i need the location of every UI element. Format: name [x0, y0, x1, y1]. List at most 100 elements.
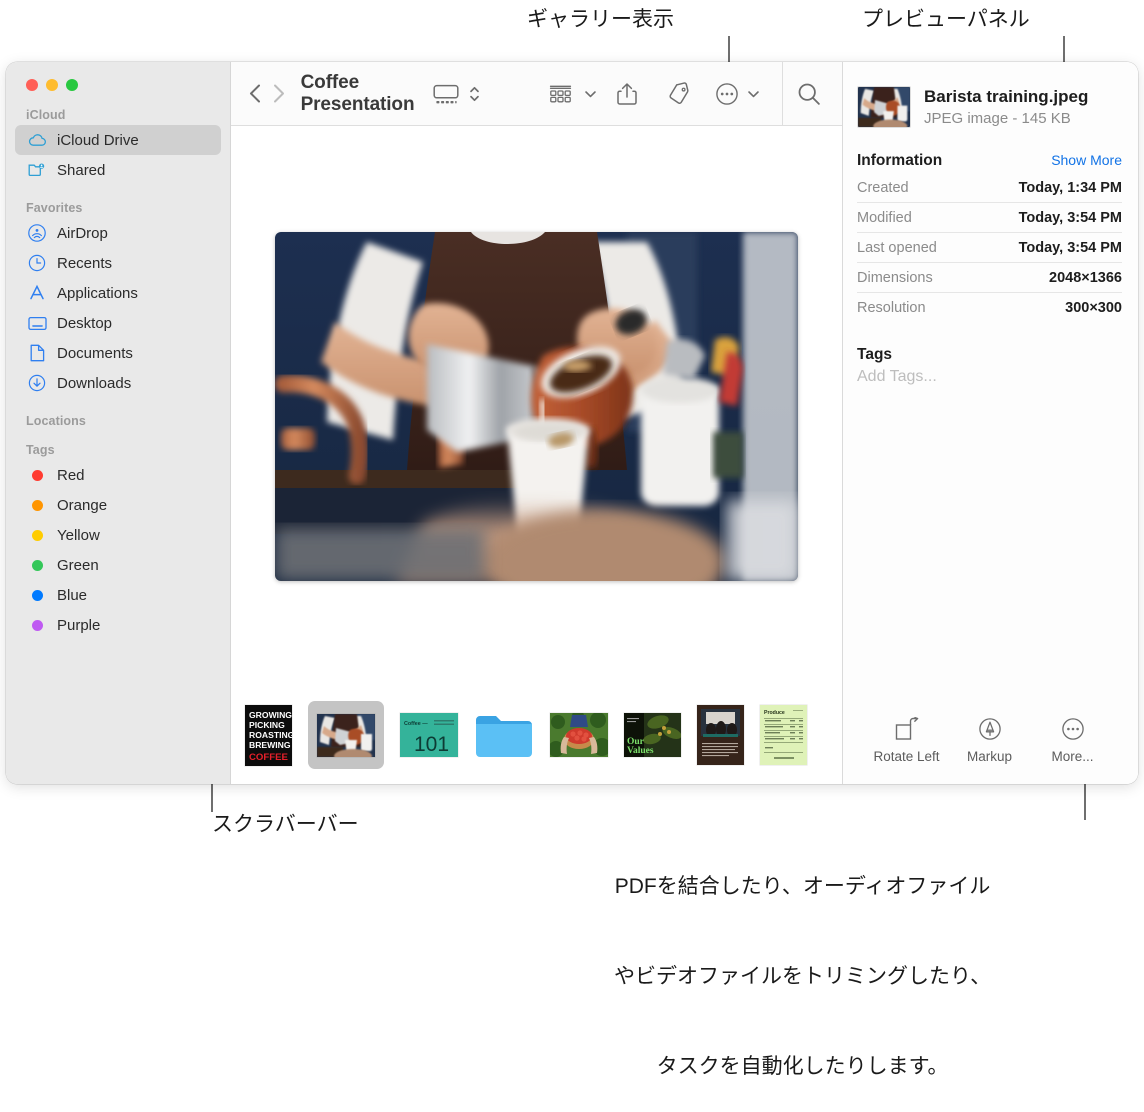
markup-icon: [978, 718, 1001, 740]
sidebar-item-recents[interactable]: Recents: [15, 248, 221, 278]
information-title: Information: [857, 152, 943, 169]
zoom-button[interactable]: [66, 79, 78, 91]
sidebar-item-tag-purple[interactable]: Purple: [15, 610, 221, 640]
action-label: Markup: [966, 749, 1012, 764]
gallery-view-button[interactable]: [424, 74, 468, 114]
sidebar-item-label: Documents: [57, 344, 133, 362]
sidebar-item-tag-blue[interactable]: Blue: [15, 580, 221, 610]
forward-button[interactable]: [267, 84, 291, 103]
sidebar-item-tag-green[interactable]: Green: [15, 550, 221, 580]
sidebar-item-tag-orange[interactable]: Orange: [15, 490, 221, 520]
sidebar-item-label: Green: [57, 556, 99, 574]
more-actions-chevron[interactable]: [743, 74, 764, 114]
sidebar: iCloud iCloud Drive Shared Favorites Air…: [6, 62, 230, 784]
sidebar-item-tag-red[interactable]: Red: [15, 460, 221, 490]
sidebar-item-icloud-drive[interactable]: iCloud Drive: [15, 125, 221, 155]
group-by-button[interactable]: [539, 74, 582, 114]
sidebar-item-label: Downloads: [57, 374, 132, 392]
scrubber-item[interactable]: Produce: [760, 701, 807, 769]
slide-small-text: Coffee —: [404, 721, 428, 727]
group-by-chevron[interactable]: [582, 74, 601, 114]
more-button[interactable]: More...: [1031, 717, 1114, 764]
coffee-101-slide-thumbnail: Coffee — 101: [400, 713, 458, 757]
tag-dot-icon: [26, 526, 48, 544]
barista-thumbnail: [317, 713, 375, 757]
markup-button[interactable]: Markup: [948, 717, 1031, 764]
poster-accent-line: COFFEE: [249, 752, 289, 763]
sidebar-item-applications[interactable]: Applications: [15, 278, 221, 308]
more-actions-button[interactable]: [705, 74, 743, 114]
produce-invoice-thumbnail: Produce: [760, 705, 807, 765]
close-button[interactable]: [26, 79, 38, 91]
preview-file-name: Barista training.jpeg: [924, 87, 1089, 106]
scrubber-item[interactable]: Our Values: [624, 701, 681, 769]
gallery-view: GROWING PICKING ROASTING BREWING COFFEE: [231, 126, 842, 784]
toolbar-divider: [781, 62, 783, 125]
sidebar-item-label: AirDrop: [57, 224, 108, 242]
scrubber-item[interactable]: Coffee — 101: [400, 701, 458, 769]
sidebar-item-label: Applications: [57, 284, 138, 302]
scrubber-item[interactable]: GROWING PICKING ROASTING BREWING COFFEE: [245, 701, 292, 769]
preview-panel-actions: Rotate Left Markup More...: [857, 717, 1122, 784]
scrubber-item[interactable]: [697, 701, 744, 769]
tag-dot-icon: [26, 586, 48, 604]
info-value: Today, 3:54 PM: [1018, 209, 1122, 226]
share-button[interactable]: [601, 74, 653, 114]
content-area: Coffee Presentation GROWING PICKING ROAS…: [230, 62, 842, 784]
poster-line-1: GROWING: [249, 710, 292, 720]
sidebar-item-documents[interactable]: Documents: [15, 338, 221, 368]
minimize-button[interactable]: [46, 79, 58, 91]
annotation-more-line-2: やビデオファイルをトリミングしたり、: [614, 965, 992, 988]
poster-line-3: ROASTING: [249, 730, 292, 740]
group-by-icon: [549, 85, 571, 102]
sidebar-item-label: Red: [57, 466, 85, 484]
tag-button[interactable]: [653, 74, 705, 114]
info-key: Last opened: [857, 239, 937, 256]
chevron-updown-icon: [469, 86, 479, 101]
scrubber-bar[interactable]: GROWING PICKING ROASTING BREWING COFFEE: [231, 686, 842, 784]
view-stepper[interactable]: [468, 74, 485, 114]
annotation-more-description: PDFを結合したり、オーディオファイル やビデオファイルをトリミングしたり、 タ…: [614, 812, 991, 1112]
poster-line-2: PICKING: [249, 720, 285, 730]
sidebar-item-label: iCloud Drive: [57, 131, 139, 149]
info-key: Resolution: [857, 299, 926, 316]
sidebar-item-airdrop[interactable]: AirDrop: [15, 218, 221, 248]
finder-window: iCloud iCloud Drive Shared Favorites Air…: [6, 62, 1138, 784]
sidebar-item-label: Desktop: [57, 314, 113, 332]
sidebar-item-shared[interactable]: Shared: [15, 155, 221, 185]
rotate-left-button[interactable]: Rotate Left: [865, 717, 948, 764]
sidebar-item-label: Shared: [57, 161, 106, 179]
information-section: Information Show More Created Today, 1:3…: [857, 152, 1122, 322]
selected-image-preview[interactable]: [275, 231, 798, 581]
info-key: Modified: [857, 209, 912, 226]
scrubber-item[interactable]: [474, 701, 534, 769]
cloud-icon: [26, 131, 48, 149]
ellipsis-circle-icon: [715, 82, 738, 105]
action-label: More...: [1051, 749, 1094, 764]
annotation-scrubber-bar: スクラバーバー: [212, 813, 359, 836]
info-value: Today, 1:34 PM: [1018, 179, 1122, 196]
sidebar-item-tag-yellow[interactable]: Yellow: [15, 520, 221, 550]
page-title: Coffee Presentation: [300, 71, 415, 115]
sidebar-item-desktop[interactable]: Desktop: [15, 308, 221, 338]
add-tags-input[interactable]: Add Tags...: [857, 368, 1122, 386]
sidebar-header-icloud: iCloud: [26, 108, 66, 122]
desktop-icon: [26, 314, 48, 332]
sidebar-item-downloads[interactable]: Downloads: [15, 368, 221, 398]
search-button[interactable]: [796, 74, 842, 114]
information-header: Information Show More: [857, 152, 1122, 170]
tag-dot-icon: [26, 496, 48, 514]
show-more-link[interactable]: Show More: [1051, 152, 1122, 168]
scrubber-item[interactable]: [550, 701, 608, 769]
poster-thumbnail: GROWING PICKING ROASTING BREWING COFFEE: [245, 704, 292, 766]
shared-folder-icon: [26, 161, 48, 179]
scrubber-item-selected[interactable]: [308, 701, 384, 769]
back-button[interactable]: [243, 84, 267, 103]
poster-line-4: BREWING: [249, 740, 291, 750]
action-label: Rotate Left: [873, 749, 940, 764]
downloads-icon: [26, 374, 48, 392]
coffee-cherries-thumbnail: [550, 713, 608, 757]
sidebar-item-label: Yellow: [57, 526, 100, 544]
invoice-heading: Produce: [764, 710, 785, 716]
toolbar: Coffee Presentation: [231, 62, 842, 126]
